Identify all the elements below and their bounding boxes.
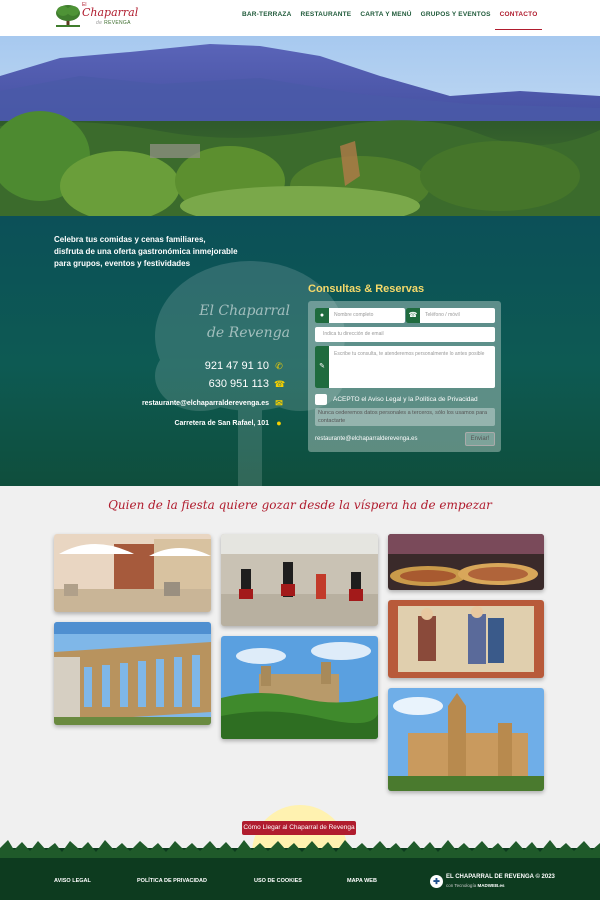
photo-terrace[interactable]: [54, 534, 211, 612]
photo-dancers[interactable]: [221, 534, 378, 626]
madweb-credit[interactable]: con Tecnología MADWEB.es: [446, 883, 504, 888]
logo[interactable]: El Chaparral de REVENGA: [54, 2, 138, 31]
pencil-icon: ✎: [315, 346, 329, 388]
nav-contacto[interactable]: CONTACTO: [495, 0, 542, 30]
contact-address[interactable]: Carretera de San Rafael, 101 ●: [174, 418, 284, 428]
logo-text-revenga: de REVENGA: [96, 20, 131, 26]
brand-script: El Chaparral de Revenga: [199, 303, 290, 341]
send-button[interactable]: Enviar!: [465, 432, 495, 446]
phone-2[interactable]: 630 951 113 ☎: [209, 378, 286, 390]
accept-label[interactable]: ACEPTO el Aviso Legal y la Política de P…: [333, 396, 478, 403]
madweb-logo-icon[interactable]: ✚: [430, 875, 443, 888]
photo-cathedral[interactable]: [388, 688, 544, 791]
site-header: El Chaparral de REVENGA BAR-TERRAZA RESTA…: [0, 0, 600, 36]
nav-restaurante[interactable]: RESTAURANTE: [296, 0, 356, 30]
form-email: restaurante@elchaparralderevenga.es: [315, 436, 418, 442]
hero-landscape-image: [0, 36, 600, 216]
phone-field[interactable]: ☎ Teléfono / móvil: [406, 308, 495, 323]
logo-text-chaparral: Chaparral: [82, 6, 139, 19]
nav-carta-menu[interactable]: CARTA Y MENÚ: [356, 0, 416, 30]
tree-logo-icon: [56, 5, 80, 27]
footer-link-mapa[interactable]: MAPA WEB: [347, 878, 377, 884]
nav-bar-terraza[interactable]: BAR-TERRAZA: [238, 0, 297, 30]
photo-alcazar[interactable]: [221, 636, 378, 739]
message-field[interactable]: ✎ Escribe tu consulta, te atenderemos pe…: [315, 346, 495, 388]
copyright: EL CHAPARRAL DE REVENGA © 2023: [446, 874, 555, 880]
photo-paella[interactable]: [388, 534, 544, 590]
contact-email[interactable]: restaurante@elchaparralderevenga.es ✉: [142, 398, 284, 409]
photo-aqueduct[interactable]: [54, 622, 211, 725]
reservation-form: ● Nombre completo ☎ Teléfono / móvil Ind…: [308, 301, 501, 452]
email-field[interactable]: Indica tu dirección de email: [315, 327, 495, 342]
accept-checkbox[interactable]: [315, 394, 327, 405]
phone-1[interactable]: 921 47 91 10 ✆: [205, 360, 284, 372]
footer-link-cookies[interactable]: USO DE COOKIES: [254, 878, 347, 884]
privacy-notice: Nunca cederemos datos personales a terce…: [315, 408, 495, 426]
quote-text: Quien de la fiesta quiere gozar desde la…: [108, 498, 492, 512]
intro-tagline: Celebra tus comidas y cenas familiares, …: [54, 235, 238, 268]
footer-link-privacidad[interactable]: POLÍTICA DE PRIVACIDAD: [137, 878, 254, 884]
main-nav: BAR-TERRAZA RESTAURANTE CARTA Y MENÚ GRU…: [238, 0, 542, 36]
route-button[interactable]: Cómo Llegar al Chaparral de Revenga: [242, 821, 356, 835]
contact-section: Celebra tus comidas y cenas familiares, …: [0, 216, 600, 486]
whatsapp-icon: ✆: [275, 360, 283, 371]
map-pin-icon: ●: [276, 418, 282, 428]
envelope-icon: ✉: [275, 398, 283, 408]
phone-icon: ☎: [274, 378, 286, 389]
phone-icon: ☎: [406, 308, 420, 323]
photo-mural[interactable]: [388, 600, 544, 678]
footer-links: AVISO LEGAL POLÍTICA DE PRIVACIDAD USO D…: [54, 878, 377, 884]
user-icon: ●: [315, 308, 329, 323]
nav-grupos-eventos[interactable]: GRUPOS Y EVENTOS: [416, 0, 495, 30]
form-title: Consultas & Reservas: [308, 283, 425, 295]
footer-link-aviso[interactable]: AVISO LEGAL: [54, 878, 137, 884]
name-field[interactable]: ● Nombre completo: [315, 308, 405, 323]
